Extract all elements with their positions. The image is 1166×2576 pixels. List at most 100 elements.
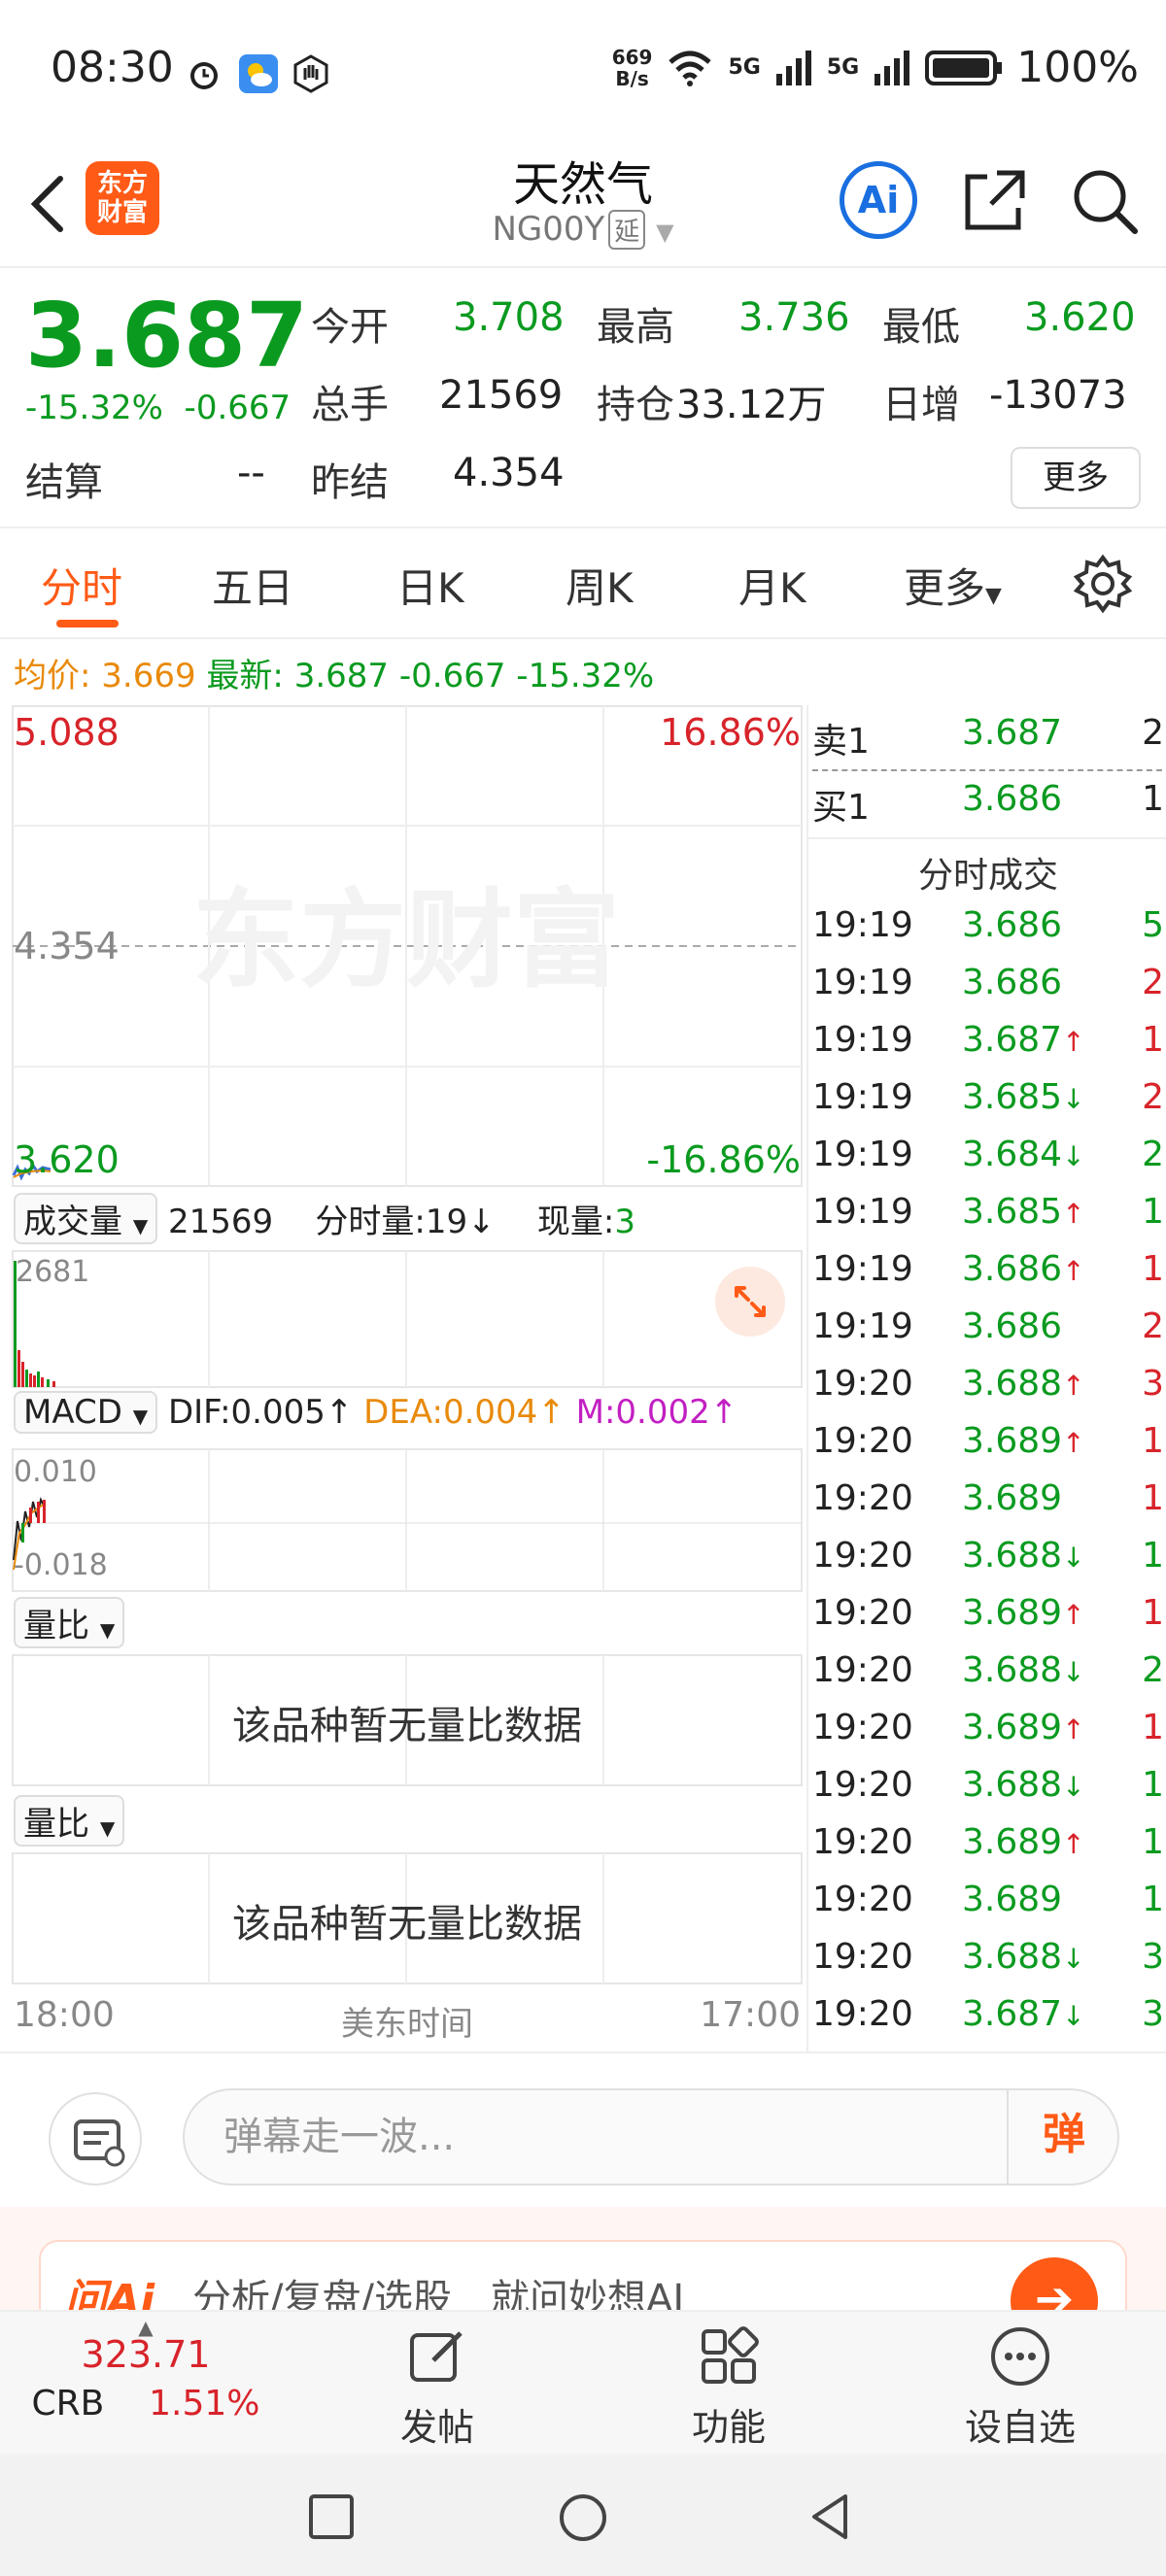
tick-row: 19:20 3.689↑ 1 <box>808 1421 1166 1478</box>
settle-value: -- <box>237 451 265 495</box>
tick-row: 19:20 3.689 1 <box>808 1478 1166 1536</box>
post-button[interactable]: 发帖 <box>292 2312 583 2456</box>
tick-row: 19:20 3.688↓ 1 <box>808 1536 1166 1593</box>
tick-volume: 1 <box>1142 1192 1164 1232</box>
tick-volume: 2 <box>1142 1135 1164 1174</box>
tick-row: 19:20 3.688↓ 3 <box>808 1937 1166 1994</box>
back-arrow-icon[interactable] <box>21 165 80 243</box>
tick-volume: 1 <box>1142 1708 1164 1747</box>
current-volume: 3 <box>614 1203 635 1241</box>
signal-icon-2 <box>874 50 910 85</box>
search-icon[interactable] <box>1067 163 1141 237</box>
danmaku-bar: 弹幕走一波... 弹 <box>0 2051 1166 2207</box>
index-value: 323.71 <box>81 2333 211 2376</box>
back-nav-icon[interactable] <box>806 2492 855 2541</box>
quote-panel: 3.687 -15.32% -0.667 今开 3.708 最高 3.736 最… <box>0 270 1166 528</box>
time-axis-end: 17:00 <box>700 1995 801 2035</box>
tick-price: 3.686 <box>962 1306 1063 1346</box>
low-label: 最低 <box>882 305 960 350</box>
macd-dea: DEA:0.004 <box>363 1393 538 1432</box>
ratio-header-1: 量比 ▼ <box>14 1597 125 1648</box>
avg-price: 3.669 <box>101 657 196 695</box>
latest-pct: -15.32% <box>516 657 655 695</box>
intraday-chart[interactable]: 东方财富 5.088 16.86% 4.354 3.620 -16.86% 成交… <box>12 705 803 2051</box>
tick-time: 19:20 <box>812 1937 913 1977</box>
network-type-2: 5G <box>826 55 860 80</box>
ask-row: 卖1 3.687 2 <box>812 713 1164 762</box>
tick-price: 3.685↓ <box>962 1077 1085 1117</box>
volume-indicator-select[interactable]: 成交量 ▼ <box>14 1193 158 1244</box>
tab-more[interactable]: 更多▼ <box>904 556 1002 615</box>
open-interest-label: 持仓 <box>597 383 674 427</box>
weather-icon <box>239 54 278 93</box>
book-divider <box>812 769 1162 771</box>
ratio-indicator-select-2[interactable]: 量比 ▼ <box>14 1795 125 1847</box>
tick-volume: 1 <box>1142 1478 1164 1518</box>
ratio-nodata-1: 该品种暂无量比数据 <box>232 1704 582 1748</box>
tab-five-day[interactable]: 五日 <box>212 556 293 615</box>
settings-gear-icon[interactable] <box>1073 554 1133 614</box>
macd-indicator-select[interactable]: MACD ▼ <box>14 1391 158 1434</box>
recent-apps-icon[interactable] <box>307 2492 356 2541</box>
pct-axis-bottom: -16.86% <box>646 1138 801 1181</box>
tick-time: 19:19 <box>812 905 913 945</box>
chevron-down-icon: ▼ <box>656 219 674 246</box>
tick-row: 19:20 3.688↑ 3 <box>808 1364 1166 1421</box>
tick-volume: 1 <box>1142 1020 1164 1060</box>
tick-row: 19:20 3.689↑ 1 <box>808 1593 1166 1650</box>
wifi-icon <box>669 51 712 86</box>
macd-axis-bottom: -0.018 <box>14 1548 108 1582</box>
macd-m: M:0.002 <box>575 1393 710 1432</box>
more-dots-icon <box>991 2327 1049 2386</box>
tick-time: 19:19 <box>812 1249 913 1289</box>
tab-monthly-k[interactable]: 月K <box>738 556 806 615</box>
danmaku-toggle-button[interactable] <box>49 2092 142 2186</box>
ratio-nodata-2: 该品种暂无量比数据 <box>232 1902 582 1947</box>
expand-button[interactable] <box>715 1267 785 1337</box>
tick-volume: 2 <box>1142 963 1164 1002</box>
caret-down-icon: ▼ <box>985 584 1002 608</box>
more-button[interactable]: 更多 <box>1011 447 1141 509</box>
danmaku-input[interactable]: 弹幕走一波... <box>183 2088 1119 2186</box>
add-watchlist-button[interactable]: 设自选 <box>874 2312 1166 2456</box>
home-icon[interactable] <box>558 2492 608 2543</box>
ai-banner[interactable]: 问Ai 分析/复盘/选股 就问妙想AI ➔ <box>0 2207 1166 2345</box>
header: 天然气 NG00Y 延 ▼ 东方 财富 Ai <box>0 146 1166 268</box>
ai-button[interactable]: Ai <box>840 161 917 239</box>
price-axis-top: 5.088 <box>14 711 120 754</box>
index-ticker[interactable]: ▲ 323.71 CRB 1.51% <box>0 2312 292 2456</box>
tick-volume: 3 <box>1142 1937 1164 1977</box>
tab-daily-k[interactable]: 日K <box>396 556 464 615</box>
tick-time: 19:19 <box>812 1306 913 1346</box>
ratio-indicator-select-1[interactable]: 量比 ▼ <box>14 1597 125 1648</box>
status-right: 669 B/s 5G 5G 100% <box>612 43 1139 92</box>
tab-intraday[interactable]: 分时 <box>41 556 122 615</box>
tab-underline <box>56 620 119 627</box>
tick-price: 3.688↓ <box>962 1536 1085 1576</box>
index-name: CRB <box>31 2384 105 2423</box>
danmaku-send-button[interactable]: 弹 <box>1007 2088 1119 2186</box>
tick-volume: 1 <box>1142 1421 1164 1461</box>
macd-dif: DIF:0.005 <box>167 1393 326 1432</box>
tick-price: 3.689↑ <box>962 1708 1085 1747</box>
tick-row: 19:19 3.684↓ 2 <box>808 1135 1166 1192</box>
function-button[interactable]: 功能 <box>583 2312 874 2456</box>
tab-weekly-k[interactable]: 周K <box>566 556 634 615</box>
tick-time: 19:20 <box>812 1536 913 1576</box>
tick-price: 3.688↑ <box>962 1364 1085 1404</box>
expand-icon <box>735 1286 766 1317</box>
grid-icon <box>702 2326 759 2384</box>
share-icon[interactable] <box>958 163 1032 237</box>
status-bar: 08:30 669 B/s 5G 5G 100% <box>0 0 1166 146</box>
latest-price: 3.687 <box>293 657 390 695</box>
tick-row: 19:20 3.687↓ 3 <box>808 1994 1166 2051</box>
tick-volume: 2 <box>1142 1077 1164 1117</box>
tick-time: 19:20 <box>812 1994 913 2034</box>
open-interest-value: 33.12万 <box>676 383 827 427</box>
tick-row: 19:19 3.687↑ 1 <box>808 1020 1166 1077</box>
tick-row: 19:19 3.686↑ 1 <box>808 1249 1166 1306</box>
tick-time: 19:19 <box>812 1135 913 1174</box>
tick-volume: 1 <box>1142 1536 1164 1576</box>
tick-price: 3.689↑ <box>962 1593 1085 1633</box>
watermark: 东方财富 <box>192 878 620 1002</box>
